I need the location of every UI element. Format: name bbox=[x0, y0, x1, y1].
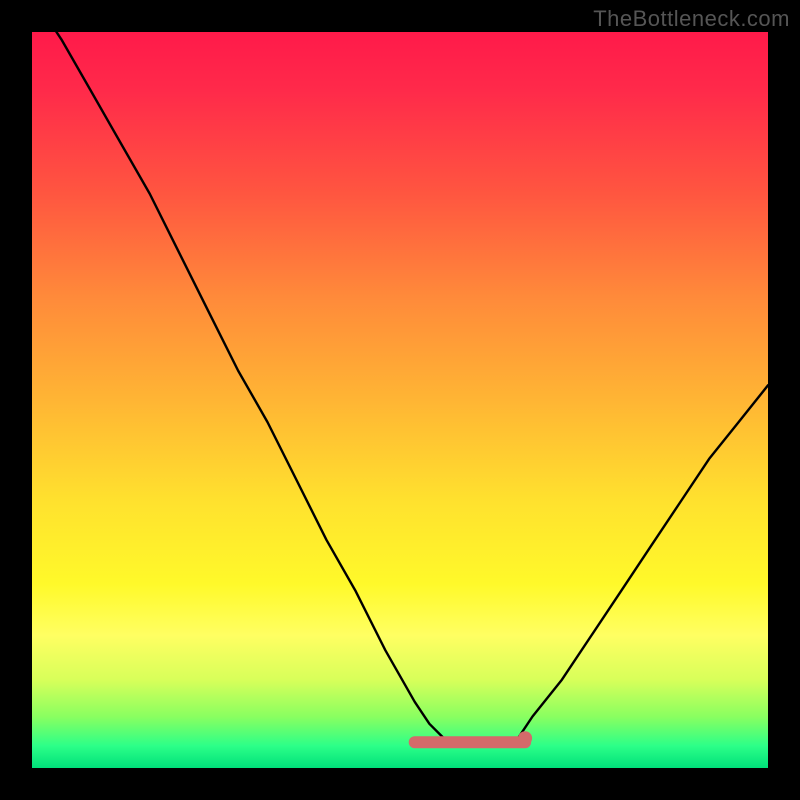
plot-area bbox=[32, 32, 768, 768]
bottleneck-curve-svg bbox=[32, 32, 768, 768]
bottleneck-curve bbox=[32, 32, 768, 746]
chart-frame: TheBottleneck.com bbox=[0, 0, 800, 800]
watermark-text: TheBottleneck.com bbox=[593, 6, 790, 32]
flat-segment-end-dot bbox=[518, 731, 532, 745]
